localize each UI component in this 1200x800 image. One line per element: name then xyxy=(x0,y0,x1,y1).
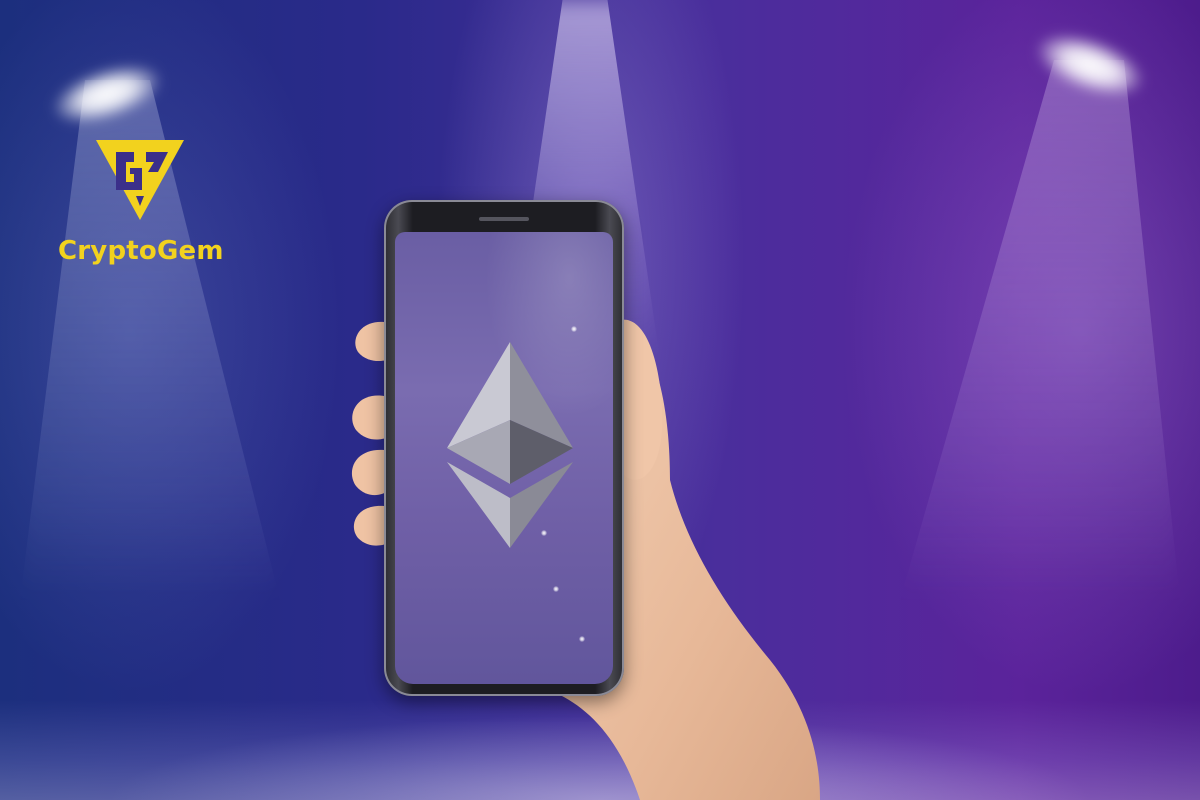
banner-scene: CryptoGem xyxy=(0,0,1200,800)
sparkle xyxy=(553,586,559,592)
spotlight-beam-right xyxy=(900,60,1180,600)
sparkle xyxy=(579,636,585,642)
cryptogem-logo-icon xyxy=(96,140,184,220)
phone-speaker xyxy=(479,217,529,221)
phone-screen xyxy=(395,232,613,684)
sparkle xyxy=(541,530,547,536)
sparkle xyxy=(571,326,577,332)
ethereum-logo-icon xyxy=(447,342,573,548)
brand-name: CryptoGem xyxy=(58,236,224,266)
smartphone xyxy=(384,200,624,696)
